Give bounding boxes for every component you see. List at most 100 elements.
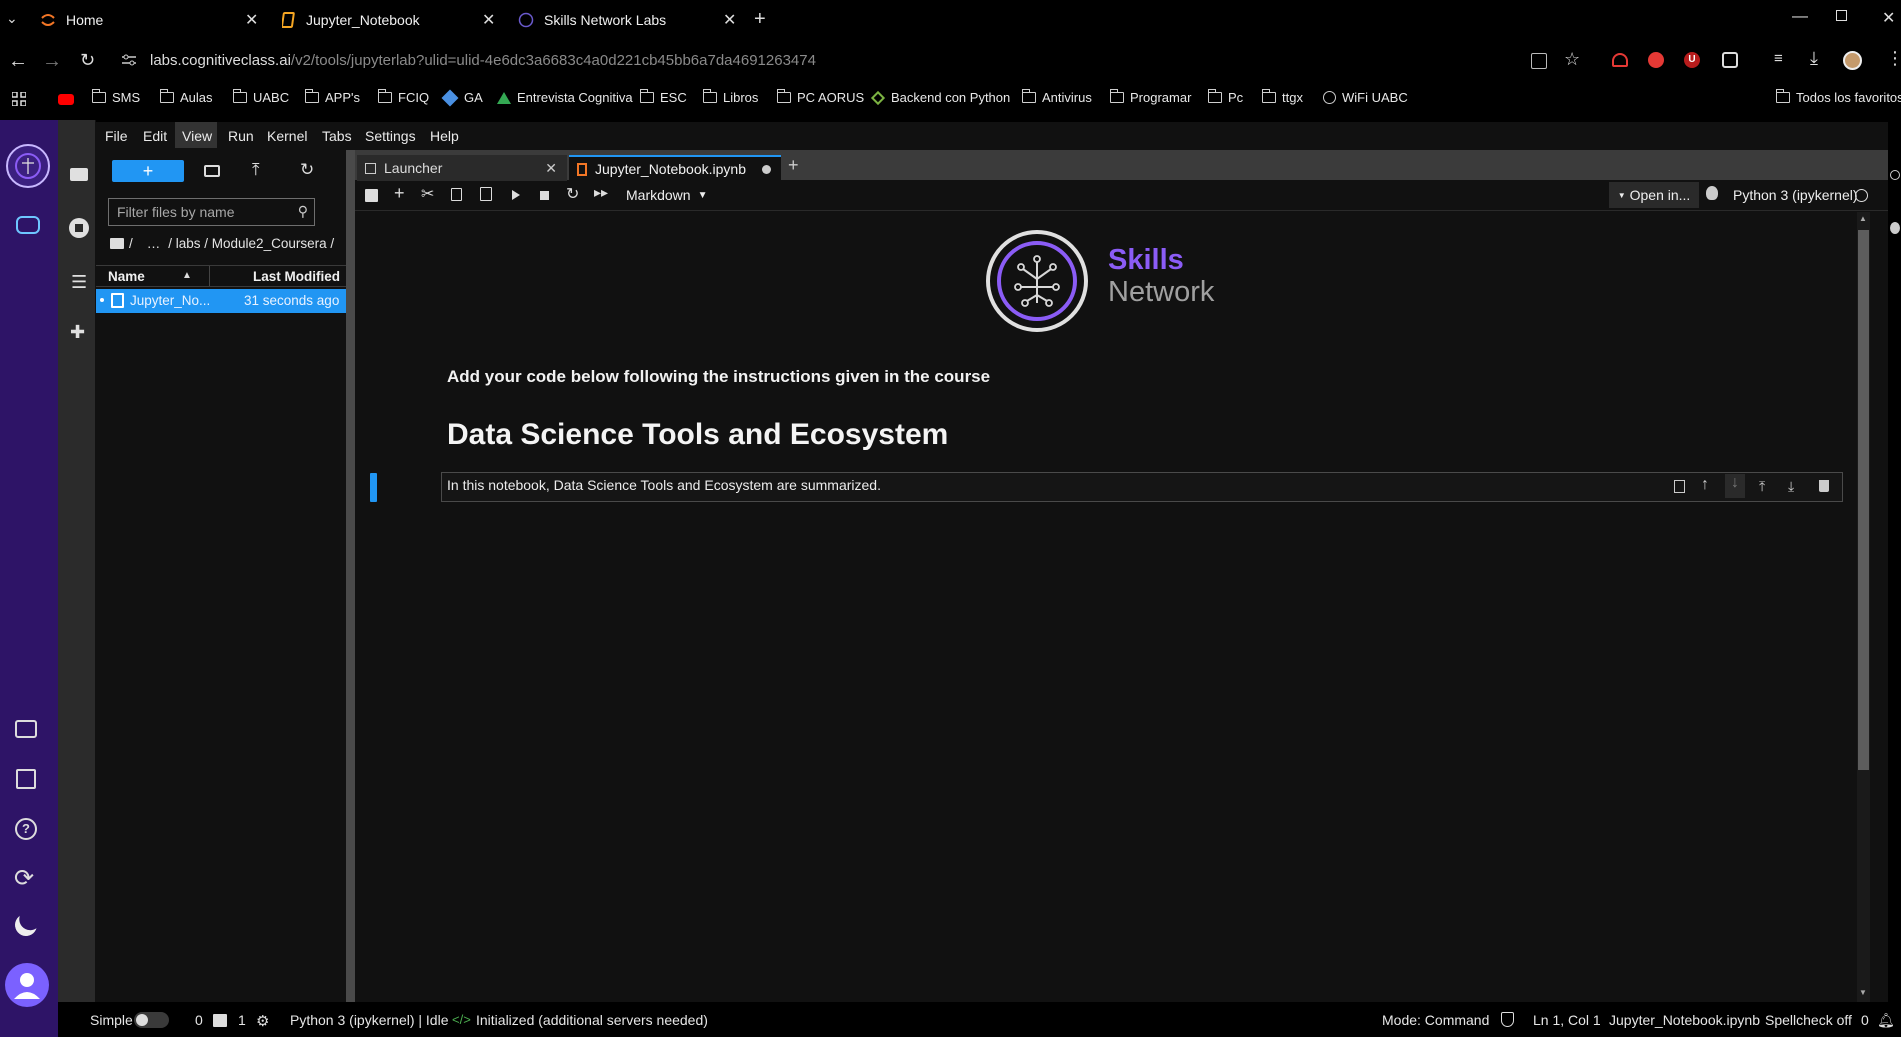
youtube-icon[interactable] bbox=[58, 94, 74, 105]
new-folder-icon[interactable] bbox=[204, 165, 220, 177]
close-icon[interactable]: ✕ bbox=[245, 10, 258, 30]
toc-icon[interactable]: ☰ bbox=[71, 272, 87, 293]
filter-files-field[interactable]: ⚲ bbox=[108, 198, 315, 226]
column-name[interactable]: Name bbox=[108, 269, 145, 284]
menu-tabs[interactable]: Tabs bbox=[322, 128, 352, 144]
bookmark-wifi[interactable]: WiFi UABC bbox=[1323, 90, 1408, 105]
extension-icon-1[interactable] bbox=[1612, 53, 1628, 67]
menu-help[interactable]: Help bbox=[430, 128, 459, 144]
browser-menu-icon[interactable]: ⋮ bbox=[1886, 48, 1901, 69]
debugger-panel-icon[interactable] bbox=[1890, 222, 1900, 234]
apps-grid-icon[interactable] bbox=[12, 92, 26, 106]
menu-kernel[interactable]: Kernel bbox=[267, 128, 307, 144]
trusted-shield-icon[interactable] bbox=[1501, 1012, 1514, 1027]
browser-tab-skills[interactable]: Skills Network Labs ✕ bbox=[518, 4, 743, 36]
profile-avatar[interactable] bbox=[1843, 51, 1862, 70]
user-avatar[interactable] bbox=[5, 963, 49, 1007]
url-field[interactable]: labs.cognitiveclass.ai/v2/tools/jupyterl… bbox=[150, 52, 816, 69]
panel-splitter[interactable] bbox=[346, 150, 355, 1002]
restore-button[interactable] bbox=[1836, 10, 1847, 21]
insert-above-icon[interactable]: ⤒ bbox=[1759, 478, 1765, 495]
open-in-button[interactable]: ▼ Open in... bbox=[1609, 182, 1699, 208]
minimize-button[interactable]: — bbox=[1792, 8, 1808, 26]
translate-icon[interactable] bbox=[1531, 53, 1547, 69]
bookmark-pc-aorus[interactable]: PC AORUS bbox=[776, 89, 864, 105]
bookmark-aulas[interactable]: Aulas bbox=[159, 89, 213, 105]
close-window-button[interactable]: ✕ bbox=[1882, 8, 1895, 28]
debugger-icon[interactable] bbox=[1706, 186, 1718, 200]
bookmark-libros[interactable]: Libros bbox=[702, 89, 758, 105]
paste-icon[interactable] bbox=[480, 187, 492, 201]
new-launcher-button[interactable]: + bbox=[112, 160, 184, 182]
forward-icon[interactable]: → bbox=[42, 50, 62, 73]
scroll-down-icon[interactable]: ▼ bbox=[1859, 988, 1867, 997]
menu-file[interactable]: File bbox=[105, 128, 128, 144]
copy-icon[interactable] bbox=[451, 188, 462, 201]
star-icon[interactable]: ☆ bbox=[1564, 49, 1580, 70]
breadcrumb-path[interactable]: / labs / Module2_Coursera / bbox=[168, 236, 334, 251]
duplicate-cell-icon[interactable] bbox=[1674, 480, 1685, 493]
scroll-up-icon[interactable]: ▲ bbox=[1859, 214, 1867, 223]
tab-search-icon[interactable]: ⌄ bbox=[6, 10, 18, 27]
sync-icon[interactable]: ⟳ bbox=[14, 864, 34, 893]
bookmark-ttgx[interactable]: ttgx bbox=[1261, 89, 1303, 105]
active-cell-text[interactable]: In this notebook, Data Science Tools and… bbox=[447, 477, 881, 493]
save-icon[interactable] bbox=[365, 189, 378, 202]
bookmark-backend[interactable]: Backend con Python bbox=[870, 90, 1010, 105]
bookmark-esc[interactable]: ESC bbox=[639, 89, 687, 105]
notebook-mode[interactable]: Mode: Command bbox=[1382, 1012, 1489, 1028]
bookmark-apps[interactable]: APP's bbox=[304, 89, 360, 105]
close-icon[interactable]: ✕ bbox=[723, 10, 736, 30]
menu-run[interactable]: Run bbox=[228, 128, 254, 144]
browser-tab-home[interactable]: Home ✕ bbox=[40, 4, 265, 36]
media-icon[interactable]: ≡ bbox=[1774, 50, 1783, 67]
bookmark-sms[interactable]: SMS bbox=[91, 89, 140, 105]
spellcheck-status[interactable]: Spellcheck off bbox=[1765, 1012, 1852, 1028]
bookmark-uabc[interactable]: UABC bbox=[232, 89, 289, 105]
new-tab-button[interactable]: + bbox=[754, 8, 766, 31]
breadcrumb-ellipsis[interactable]: … bbox=[147, 236, 161, 251]
folder-icon[interactable] bbox=[110, 238, 124, 249]
property-inspector-icon[interactable] bbox=[1890, 170, 1900, 180]
simple-mode-toggle[interactable] bbox=[134, 1012, 169, 1028]
refresh-icon[interactable]: ↻ bbox=[300, 160, 314, 180]
restart-icon[interactable]: ↻ bbox=[566, 184, 579, 204]
bookmark-all[interactable]: Todos los favoritos bbox=[1775, 89, 1901, 105]
terminal-count[interactable]: 0 bbox=[195, 1012, 203, 1028]
delete-cell-icon[interactable] bbox=[1819, 480, 1829, 492]
inbox-icon[interactable] bbox=[15, 720, 37, 738]
cell-type-select[interactable]: Markdown ▼ bbox=[626, 187, 708, 203]
notification-count[interactable]: 0 bbox=[1861, 1012, 1869, 1028]
insert-below-icon[interactable]: ⤓ bbox=[1788, 478, 1794, 495]
bell-icon[interactable]: 🔔︎ bbox=[1877, 1012, 1895, 1029]
menu-view[interactable]: View bbox=[182, 128, 212, 144]
puzzle-icon[interactable] bbox=[1722, 52, 1738, 68]
markdown-heading[interactable]: Data Science Tools and Ecosystem bbox=[447, 418, 948, 452]
unsaved-dot-icon[interactable] bbox=[762, 164, 771, 174]
stop-icon[interactable] bbox=[540, 191, 549, 200]
markdown-instructions[interactable]: Add your code below following the instru… bbox=[447, 367, 990, 387]
tab-launcher[interactable]: Launcher ✕ bbox=[357, 155, 567, 181]
back-icon[interactable]: ← bbox=[8, 50, 28, 73]
add-tab-button[interactable]: + bbox=[788, 155, 799, 176]
browser-tab-notebook[interactable]: Jupyter_Notebook ✕ bbox=[282, 4, 502, 36]
filter-input[interactable] bbox=[109, 199, 289, 225]
bookmark-antivirus[interactable]: Antivirus bbox=[1021, 89, 1092, 105]
kernel-name[interactable]: Python 3 (ipykernel) bbox=[1733, 187, 1858, 203]
move-down-icon[interactable]: ↓ bbox=[1725, 474, 1745, 498]
bookmark-pc[interactable]: Pc bbox=[1207, 89, 1243, 105]
close-icon[interactable]: ✕ bbox=[545, 160, 557, 177]
cursor-position[interactable]: Ln 1, Col 1 bbox=[1533, 1012, 1601, 1028]
news-icon[interactable] bbox=[16, 769, 36, 789]
insert-cell-icon[interactable]: + bbox=[394, 183, 405, 204]
cell-collapser[interactable] bbox=[370, 473, 377, 502]
extensions-icon[interactable]: ✚ bbox=[70, 322, 85, 343]
scrollbar-thumb[interactable] bbox=[1858, 230, 1869, 770]
run-icon[interactable] bbox=[512, 190, 520, 200]
kernel-count[interactable]: 1 bbox=[238, 1012, 246, 1028]
lsp-status[interactable]: Initialized (additional servers needed) bbox=[476, 1012, 708, 1028]
tab-notebook[interactable]: Jupyter_Notebook.ipynb bbox=[569, 155, 781, 181]
close-icon[interactable]: ✕ bbox=[482, 10, 495, 30]
reload-icon[interactable]: ↻ bbox=[80, 50, 95, 71]
folder-icon[interactable] bbox=[70, 168, 88, 181]
